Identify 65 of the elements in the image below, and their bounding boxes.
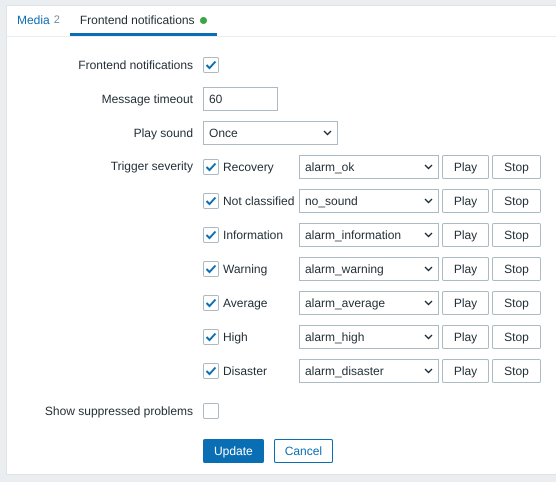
checkbox[interactable] [203, 227, 219, 243]
play-button[interactable]: Play [442, 257, 489, 281]
stop-button[interactable]: Stop [492, 359, 541, 383]
checkmark-icon [205, 298, 217, 308]
timeout-input-field[interactable]: 60 [203, 87, 278, 111]
checkmark-icon [205, 332, 217, 342]
stop-button[interactable]: Stop [492, 291, 541, 315]
severity-label: Disaster [223, 364, 268, 378]
play-sound-dropdown[interactable]: Once [203, 121, 338, 145]
tab-count: 2 [54, 14, 60, 26]
checkbox[interactable] [203, 57, 219, 73]
checkbox[interactable] [203, 363, 219, 379]
sound-dropdown[interactable]: alarm_ok [299, 155, 439, 179]
checkbox[interactable] [203, 403, 219, 419]
field-label: Play sound [132, 126, 193, 140]
checkmark-icon [205, 366, 217, 376]
cancel-button[interactable]: Cancel [274, 439, 334, 463]
field-label: Frontend notifications [77, 58, 193, 72]
sound-dropdown[interactable]: alarm_information [299, 223, 439, 247]
chevron-down-icon [424, 266, 433, 272]
checkbox[interactable] [203, 261, 219, 277]
sound-dropdown[interactable]: alarm_average [299, 291, 439, 315]
chevron-down-icon [323, 130, 332, 136]
checkmark-icon [205, 162, 217, 172]
severity-label: Average [223, 296, 268, 310]
checkbox[interactable] [203, 295, 219, 311]
play-button[interactable]: Play [442, 223, 489, 247]
severity-label: Warning [223, 262, 268, 276]
chevron-down-icon [424, 164, 433, 170]
chevron-down-icon [424, 300, 433, 306]
update-button[interactable]: Update [203, 439, 264, 463]
severity-label: Recovery [223, 160, 274, 174]
sound-dropdown[interactable]: alarm_high [299, 325, 439, 349]
stop-button[interactable]: Stop [492, 155, 541, 179]
field-label: Message timeout [100, 92, 193, 106]
stop-button[interactable]: Stop [492, 325, 541, 349]
checkbox[interactable] [203, 159, 219, 175]
chevron-down-icon [424, 334, 433, 340]
chevron-down-icon [424, 198, 433, 204]
field-label: Show suppressed problems [44, 404, 193, 418]
checkmark-icon [205, 230, 217, 240]
chevron-down-icon [424, 232, 433, 238]
sound-dropdown[interactable]: alarm_warning [299, 257, 439, 281]
field-label: Trigger severity [110, 158, 193, 173]
checkmark-icon [205, 264, 217, 274]
chevron-down-icon [424, 368, 433, 374]
severity-label: Not classified [223, 194, 294, 208]
severity-label: High [223, 330, 248, 344]
play-button[interactable]: Play [442, 325, 489, 349]
play-button[interactable]: Play [442, 155, 489, 179]
checkmark-icon [205, 60, 217, 70]
stop-button[interactable]: Stop [492, 257, 541, 281]
tab[interactable]: Frontend notifications [70, 6, 217, 36]
stop-button[interactable]: Stop [492, 189, 541, 213]
checkbox[interactable] [203, 193, 219, 209]
checkbox[interactable] [203, 329, 219, 345]
sound-dropdown[interactable]: no_sound [299, 189, 439, 213]
play-button[interactable]: Play [442, 359, 489, 383]
tab[interactable]: Media 2 [7, 6, 70, 36]
play-button[interactable]: Play [442, 189, 489, 213]
sound-dropdown[interactable]: alarm_disaster [299, 359, 439, 383]
play-button[interactable]: Play [442, 291, 489, 315]
checkmark-icon [205, 196, 217, 206]
stop-button[interactable]: Stop [492, 223, 541, 247]
severity-label: Information [223, 228, 284, 242]
